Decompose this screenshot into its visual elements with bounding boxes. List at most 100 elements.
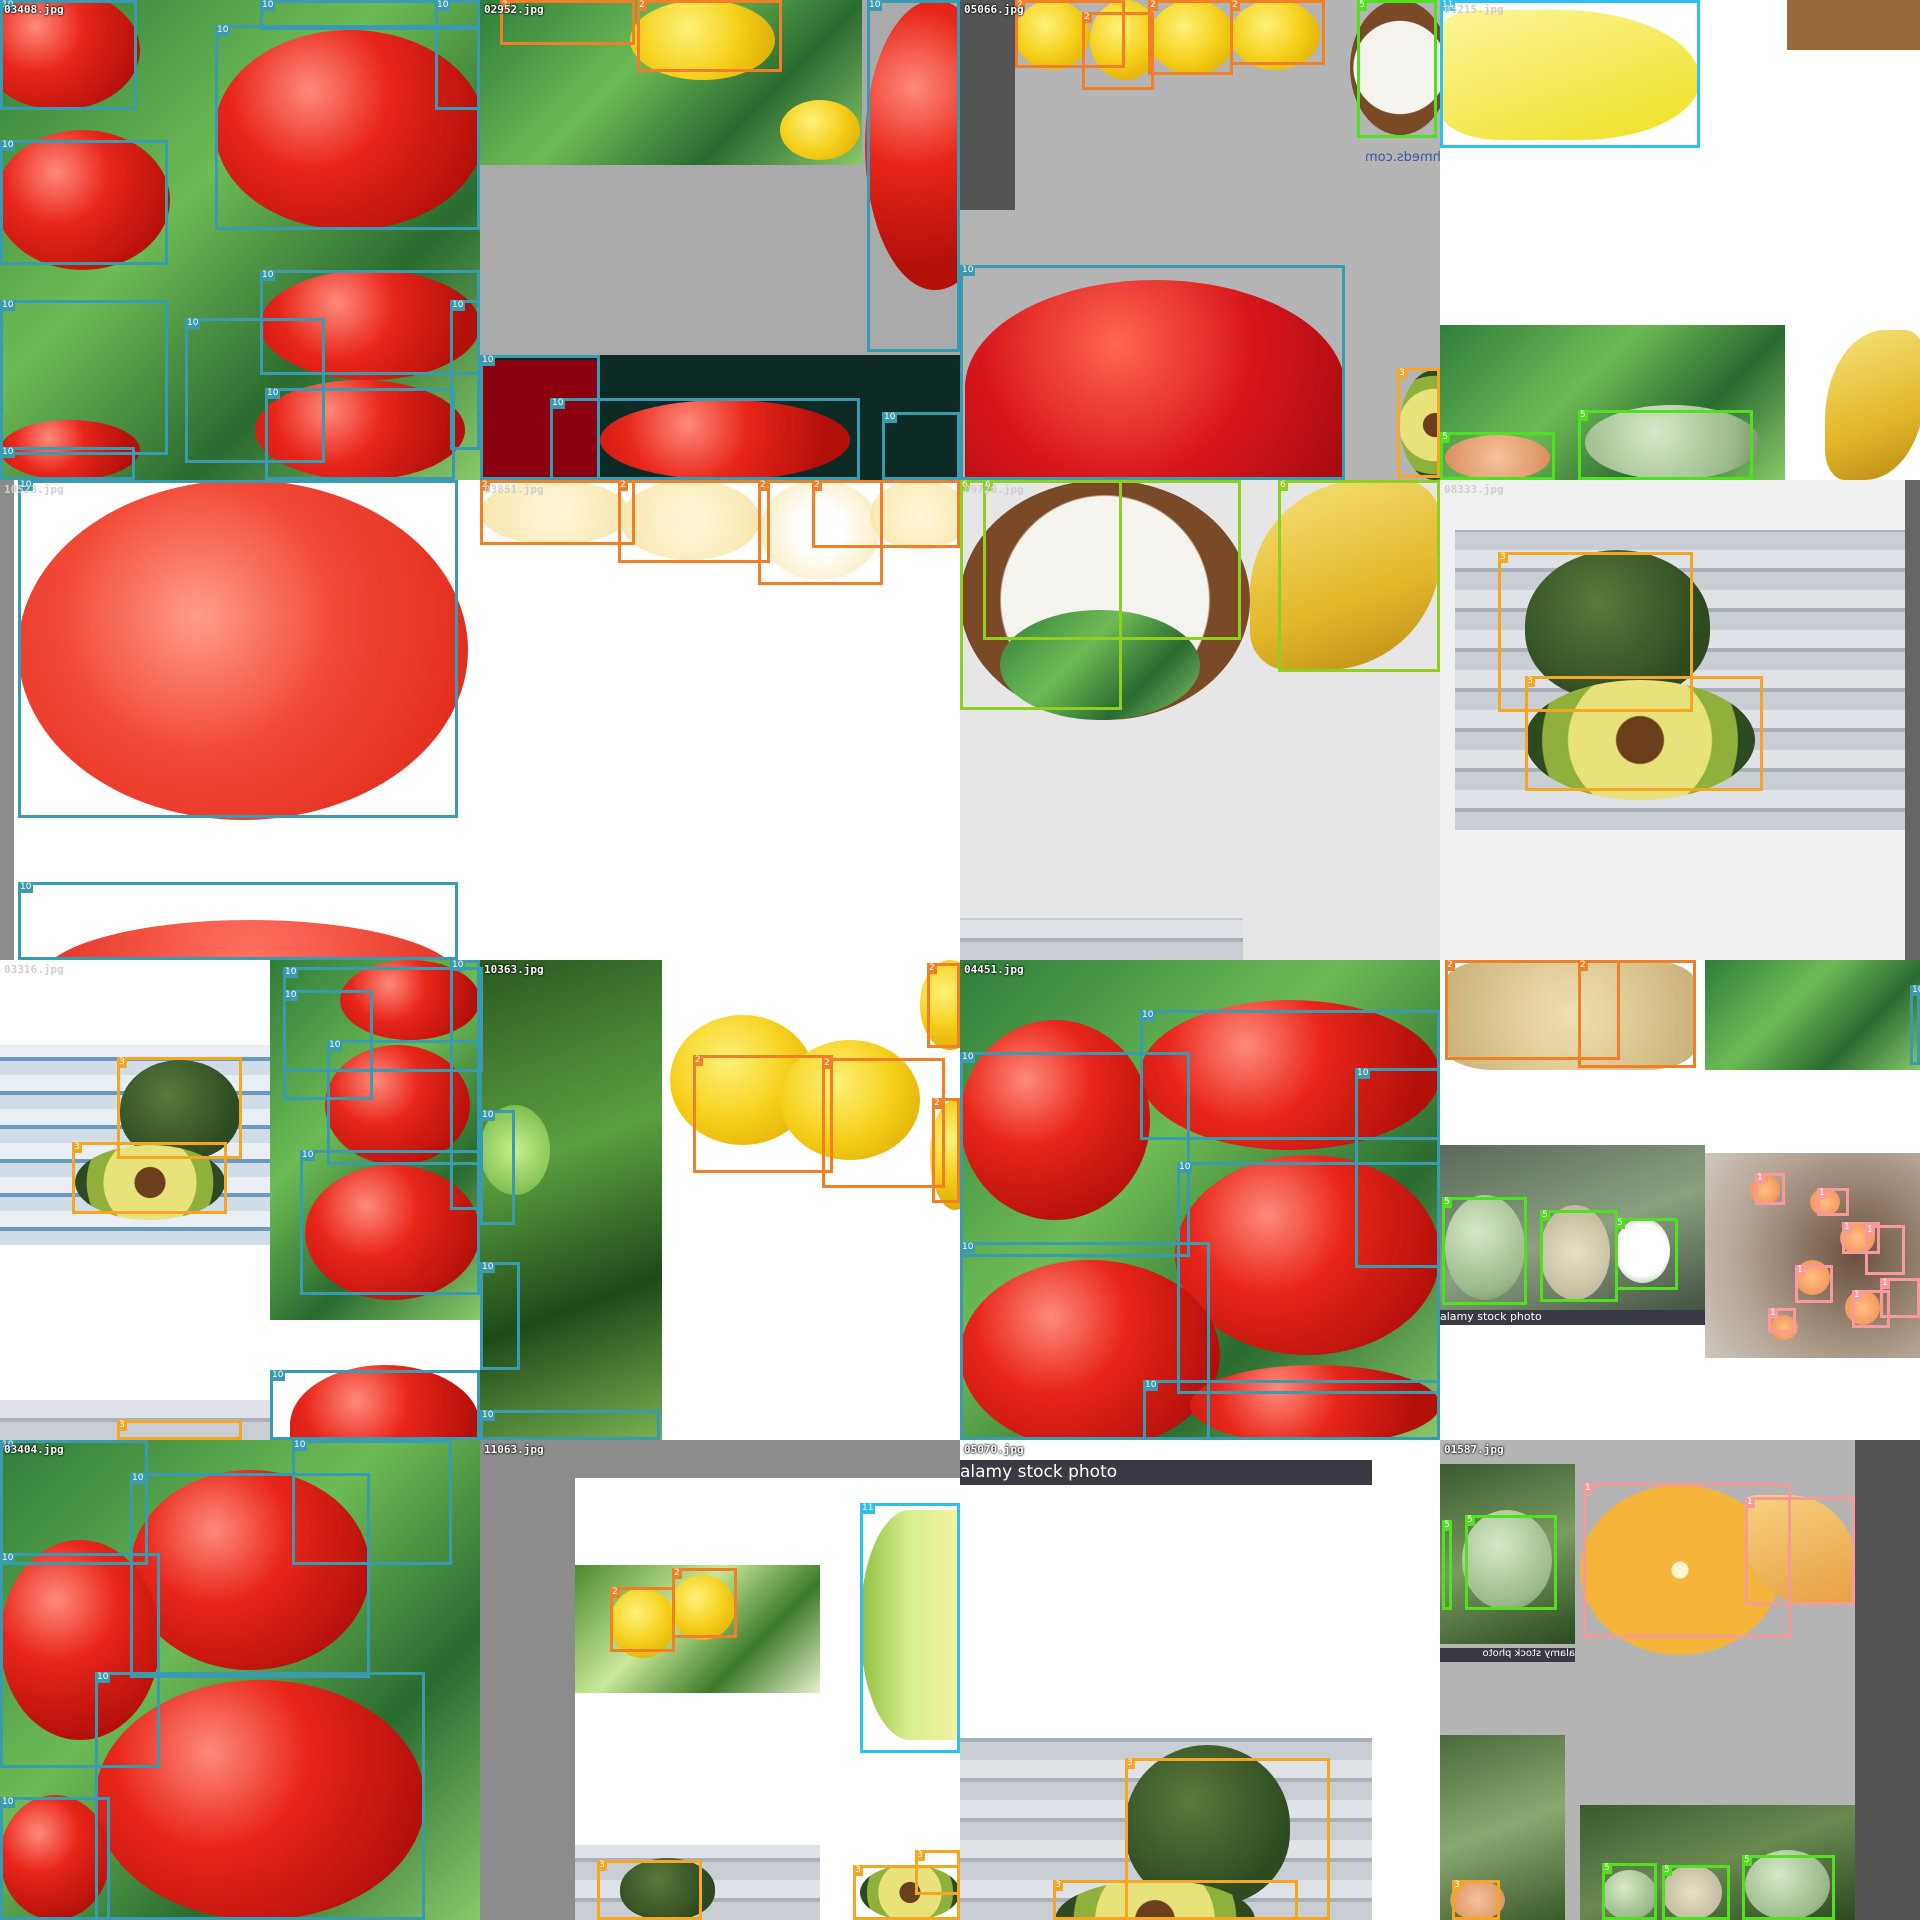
wood-strip [960, 918, 1243, 960]
bounding-box-label: 3 [1397, 368, 1407, 379]
bounding-box: 10 [0, 1440, 148, 1565]
bounding-box-label: 5 [1442, 1197, 1452, 1208]
dark-band [1855, 1440, 1920, 1920]
bounding-box-label: 11 [860, 1503, 876, 1514]
banana-bunch [1825, 330, 1920, 480]
bounding-box-label: 2 [1230, 0, 1240, 11]
bounding-box: 3 [915, 1850, 960, 1895]
bounding-box-label: 3 [117, 1057, 127, 1068]
bounding-box-label: 2 [618, 480, 628, 491]
bounding-box: 10 [1143, 1380, 1440, 1440]
bounding-box: 5 [1602, 1863, 1657, 1920]
bounding-box: 10 [0, 0, 137, 110]
bounding-box: 2 [927, 963, 960, 1048]
bounding-box-label: 10 [265, 388, 281, 399]
bounding-box: 5 [1742, 1855, 1835, 1920]
tile-title: 05066.jpg [964, 3, 1024, 16]
bounding-box-label: 10 [283, 990, 299, 1001]
bounding-box-label: 1 [1583, 1483, 1593, 1494]
bounding-box-label: 10 [260, 270, 276, 281]
bounding-box-label: 3 [1125, 1758, 1135, 1769]
bounding-box-label: 2 [672, 1568, 682, 1579]
bounding-box-label: 5 [1540, 1210, 1550, 1221]
bounding-box-label: 10 [0, 447, 16, 458]
bounding-box-label: 10 [1177, 1162, 1193, 1173]
bounding-box-label: 2 [1445, 960, 1455, 971]
tile-title: 02952.jpg [484, 3, 544, 16]
bounding-box-label: 10 [0, 1797, 16, 1808]
bounding-box-label: 10 [450, 300, 466, 311]
bounding-box-label: 10 [550, 398, 566, 409]
bounding-box-label: 2 [637, 0, 647, 11]
bounding-box-label: 10 [960, 265, 976, 276]
bounding-box: 2 [812, 480, 960, 548]
bounding-box-label: 2 [610, 1587, 620, 1598]
bounding-box-label: 1 [1852, 1290, 1862, 1301]
bounding-box-label: 3 [597, 1860, 607, 1871]
bounding-box-label: 3 [915, 1850, 925, 1861]
bounding-box-label: 1 [1755, 1173, 1765, 1184]
tile-title: 09720.jpg [964, 483, 1024, 496]
bounding-box-label: 10 [270, 1370, 286, 1381]
bounding-box: 2 [1082, 12, 1154, 90]
bounding-box-label: 2 [822, 1058, 832, 1069]
bounding-box: 10 [450, 960, 480, 1210]
bounding-box-label: 10 [480, 355, 496, 366]
bounding-box: 10 [283, 990, 373, 1100]
bounding-box: 5 [1442, 1197, 1527, 1305]
bounding-box: 10 [1177, 1162, 1440, 1394]
bounding-box-label: 1 [1745, 1497, 1755, 1508]
bounding-box: 10 [1910, 985, 1920, 1065]
bounding-box-label: 2 [1082, 12, 1092, 23]
bounding-box-label: 10 [0, 140, 16, 151]
bounding-box-label: 10 [283, 967, 299, 978]
tile-title: 03408.jpg [4, 3, 64, 16]
bounding-box: 10 [260, 270, 480, 375]
bounding-box-label: 5 [1602, 1863, 1612, 1874]
bounding-box: 10 [480, 1410, 660, 1440]
bounding-box-label: 10 [260, 0, 276, 11]
bounding-box: 1 [1768, 1308, 1796, 1333]
bounding-box: 11 [1440, 0, 1700, 148]
alamy-watermark: alamy stock photo [960, 1460, 1372, 1485]
bounding-box-label: 2 [693, 1055, 703, 1066]
bounding-box: 3 [117, 1420, 242, 1440]
bounding-box-label: 5 [1465, 1515, 1475, 1526]
tile-title: 04451.jpg [964, 963, 1024, 976]
bounding-box: 10 [292, 1440, 452, 1565]
bounding-box: 2 [637, 0, 782, 72]
bounding-box-label: 10 [867, 0, 883, 11]
bounding-box-label: 10 [292, 1440, 308, 1451]
bounding-box-label: 10 [1910, 985, 1920, 996]
bounding-box: 10 [0, 447, 135, 480]
tile-title: 01587.jpg [1444, 1443, 1504, 1456]
bounding-box-label: 10 [130, 1473, 146, 1484]
bounding-box: 10 [18, 882, 458, 960]
bounding-box: 2 [1230, 0, 1325, 65]
bounding-box: 1 [1865, 1225, 1905, 1275]
bounding-box: 5 [1578, 410, 1753, 480]
bounding-box-label: 5 [1662, 1865, 1672, 1876]
bounding-box: 3 [72, 1142, 227, 1214]
bounding-box-label: 2 [932, 1098, 942, 1109]
bounding-box: 2 [822, 1058, 945, 1188]
bounding-box: 10 [480, 1110, 515, 1225]
bounding-box: 10 [480, 1262, 520, 1370]
tile-title: 10523.jpg [4, 483, 64, 496]
bounding-box-label: 10 [435, 0, 451, 11]
bounding-box-label: 10 [300, 1150, 316, 1161]
bounding-box-label: 1 [1842, 1222, 1852, 1233]
bounding-box-label: 10 [1143, 1380, 1159, 1391]
bounding-box: 5 [1662, 1865, 1730, 1920]
bounding-box-label: 3 [1452, 1880, 1462, 1891]
leaf-background [1705, 960, 1920, 1070]
bounding-box: 10 [867, 0, 960, 352]
bounding-box: 10 [882, 412, 960, 480]
bounding-box: 10 [435, 0, 480, 110]
bounding-box: 1 [1795, 1265, 1833, 1303]
bounding-box-label: 1 [1768, 1308, 1778, 1319]
bounding-box-label: 5 [1578, 410, 1588, 421]
bounding-box: 6 [1278, 480, 1440, 672]
bounding-box-label: 10 [0, 300, 16, 311]
freshmeds-watermark: freshmeds.com [1365, 150, 1440, 165]
